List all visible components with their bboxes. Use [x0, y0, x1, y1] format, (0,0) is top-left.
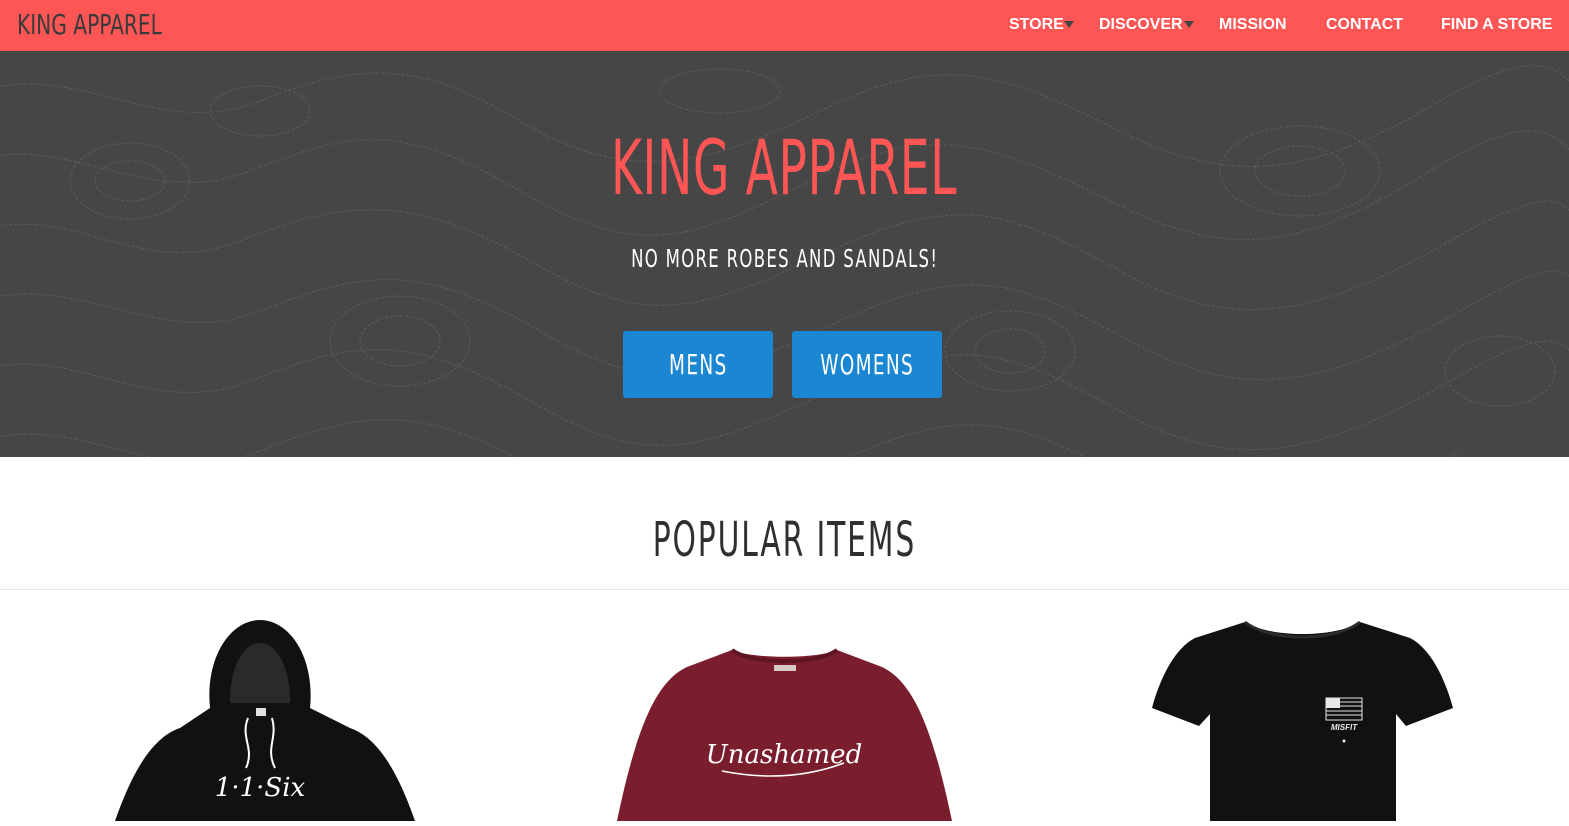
mens-button-label: MENS: [668, 348, 728, 381]
nav-discover[interactable]: DISCOVER: [1099, 15, 1183, 35]
hero-subtitle-text: NO MORE ROBES AND SANDALS!: [630, 244, 939, 273]
brand-logo-link[interactable]: KING APPAREL: [17, 8, 162, 42]
store-dropdown-caret-icon[interactable]: [1064, 21, 1074, 28]
nav-contact[interactable]: CONTACT: [1326, 15, 1403, 35]
tshirt-print-text: MISFIT: [1331, 723, 1358, 732]
womens-button-label: WOMENS: [820, 348, 914, 381]
maroon-sweatshirt-product-image[interactable]: Unashamed: [612, 645, 957, 821]
section-divider: [0, 589, 1569, 590]
womens-button[interactable]: WOMENS: [792, 331, 942, 398]
nav-mission[interactable]: MISSION: [1219, 15, 1287, 35]
product-card-hoodie[interactable]: 1·1·Six: [110, 618, 420, 821]
hero-title: KING APPAREL: [0, 123, 1569, 213]
product-card-tshirt[interactable]: MISFIT: [1150, 618, 1455, 821]
black-hoodie-product-image[interactable]: 1·1·Six: [110, 618, 420, 821]
hero-banner: KING APPAREL NO MORE ROBES AND SANDALS! …: [0, 51, 1569, 457]
hero-title-text: KING APPAREL: [611, 123, 958, 212]
mens-button[interactable]: MENS: [623, 331, 773, 398]
nav-store[interactable]: STORE: [1009, 15, 1064, 35]
discover-dropdown-caret-icon[interactable]: [1184, 21, 1194, 28]
hero-subtitle: NO MORE ROBES AND SANDALS!: [0, 244, 1569, 274]
popular-items-heading: POPULAR ITEMS: [0, 510, 1569, 570]
product-card-sweatshirt[interactable]: Unashamed: [612, 645, 957, 821]
popular-items-heading-text: POPULAR ITEMS: [652, 512, 917, 568]
nav-find-a-store[interactable]: FIND A STORE: [1441, 15, 1552, 35]
top-navbar: KING APPAREL STORE DISCOVER MISSION CONT…: [0, 0, 1569, 51]
hoodie-print-text: 1·1·Six: [215, 773, 306, 803]
black-tshirt-product-image[interactable]: MISFIT: [1150, 618, 1455, 821]
